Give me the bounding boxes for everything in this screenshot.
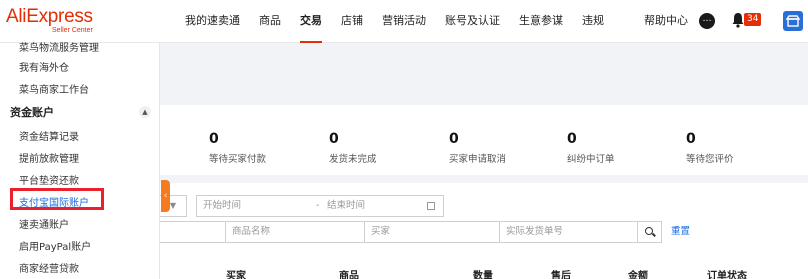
table-header-order-status: 订单状态	[707, 271, 747, 279]
table-header-quantity: 数量	[473, 271, 493, 279]
nav-transactions[interactable]: 交易	[300, 0, 322, 43]
help-center-link[interactable]: 帮助中心	[644, 0, 688, 42]
aliexpress-logo[interactable]: AliExpress Seller Center	[6, 6, 93, 35]
notification-badge: 34	[744, 13, 762, 26]
sidebar-item-paypal[interactable]: 启用PayPal账户	[19, 238, 91, 253]
table-header-buyer: 买家	[226, 271, 246, 279]
nav-store[interactable]: 店铺	[341, 0, 363, 43]
nav-marketing[interactable]: 营销活动	[382, 0, 426, 43]
reset-link[interactable]: 重置	[671, 221, 690, 243]
date-separator: -	[316, 200, 320, 211]
store-avatar-icon[interactable]	[783, 11, 803, 31]
sidebar-item-overseas-warehouse[interactable]: 我有海外仓	[19, 59, 69, 74]
calendar-icon[interactable]	[427, 202, 435, 210]
order-number-input[interactable]	[158, 221, 226, 243]
sidebar-group-funds[interactable]: 资金账户	[10, 104, 54, 120]
logo-text: AliExpress	[6, 6, 93, 27]
sidebar-item-business-loan[interactable]: 商家经营贷款	[19, 260, 79, 275]
nav-business-advisor[interactable]: 生意参谋	[519, 0, 563, 43]
main-nav: 我的速卖通 商品 交易 店铺 营销活动 账号及认证 生意参谋 违规	[185, 0, 623, 43]
tracking-number-input[interactable]: 实际发货单号	[499, 221, 638, 243]
top-header: AliExpress Seller Center 我的速卖通 商品 交易 店铺 …	[0, 0, 808, 43]
stat-dispute-label: 纠纷中订单	[567, 154, 615, 165]
order-stats-panel: 0 等待买家付款 0 发货未完成 0 买家申请取消 0 纠纷中订单 0 等待您评…	[160, 105, 808, 175]
sidebar-item-advance-repay[interactable]: 平台垫资还款	[19, 172, 79, 187]
buyer-input[interactable]: 买家	[364, 221, 500, 243]
stat-dispute-count[interactable]: 0	[567, 131, 577, 147]
stat-shipping-incomplete-label: 发货未完成	[329, 154, 377, 165]
logo-subtitle: Seller Center	[52, 27, 93, 34]
sidebar-item-early-payout[interactable]: 提前放款管理	[19, 150, 79, 165]
stat-awaiting-review-count[interactable]: 0	[686, 131, 696, 147]
date-start-input[interactable]: 开始时间	[203, 196, 241, 216]
sidebar-item-aliexpress-account[interactable]: 速卖通账户	[19, 216, 69, 231]
table-header-product: 商品	[339, 271, 359, 279]
stat-awaiting-review-label: 等待您评价	[686, 154, 734, 165]
table-header-after-sales: 售后	[551, 271, 571, 279]
stat-awaiting-payment-count[interactable]: 0	[209, 131, 219, 147]
nav-my-aliexpress[interactable]: 我的速卖通	[185, 0, 240, 43]
chevron-up-icon[interactable]: ▲	[139, 106, 151, 118]
nav-products[interactable]: 商品	[259, 0, 281, 43]
chat-icon[interactable]: …	[699, 13, 715, 29]
nav-account[interactable]: 账号及认证	[445, 0, 500, 43]
stat-cancel-request-count[interactable]: 0	[449, 131, 459, 147]
sidebar: 菜鸟物流服务管理 我有海外仓 菜鸟商家工作台 资金账户 ▲ 资金结算记录 提前放…	[0, 43, 160, 279]
date-range-picker[interactable]: 开始时间 - 结束时间	[196, 195, 444, 217]
annotation-highlight-box	[10, 188, 104, 210]
sidebar-item-settlement[interactable]: 资金结算记录	[19, 128, 79, 143]
order-filter-panel: ▼ 开始时间 - 结束时间 商品名称 买家 实际发货单号 重置 买家 商品 数量…	[158, 183, 808, 279]
stat-cancel-request-label: 买家申请取消	[449, 154, 507, 165]
stat-awaiting-payment-label: 等待买家付款	[209, 154, 267, 165]
date-end-input[interactable]: 结束时间	[327, 196, 365, 216]
nav-violations[interactable]: 违规	[582, 0, 604, 43]
product-name-input[interactable]: 商品名称	[225, 221, 365, 243]
sidebar-collapse-handle[interactable]: ‹	[161, 180, 170, 212]
table-header-amount: 金额	[628, 271, 648, 279]
stat-shipping-incomplete-count[interactable]: 0	[329, 131, 339, 147]
sidebar-item-cainiao-logistics[interactable]: 菜鸟物流服务管理	[19, 39, 99, 54]
search-button[interactable]	[637, 221, 662, 243]
bell-icon[interactable]	[731, 12, 745, 28]
sidebar-item-cainiao-workbench[interactable]: 菜鸟商家工作台	[19, 81, 89, 96]
